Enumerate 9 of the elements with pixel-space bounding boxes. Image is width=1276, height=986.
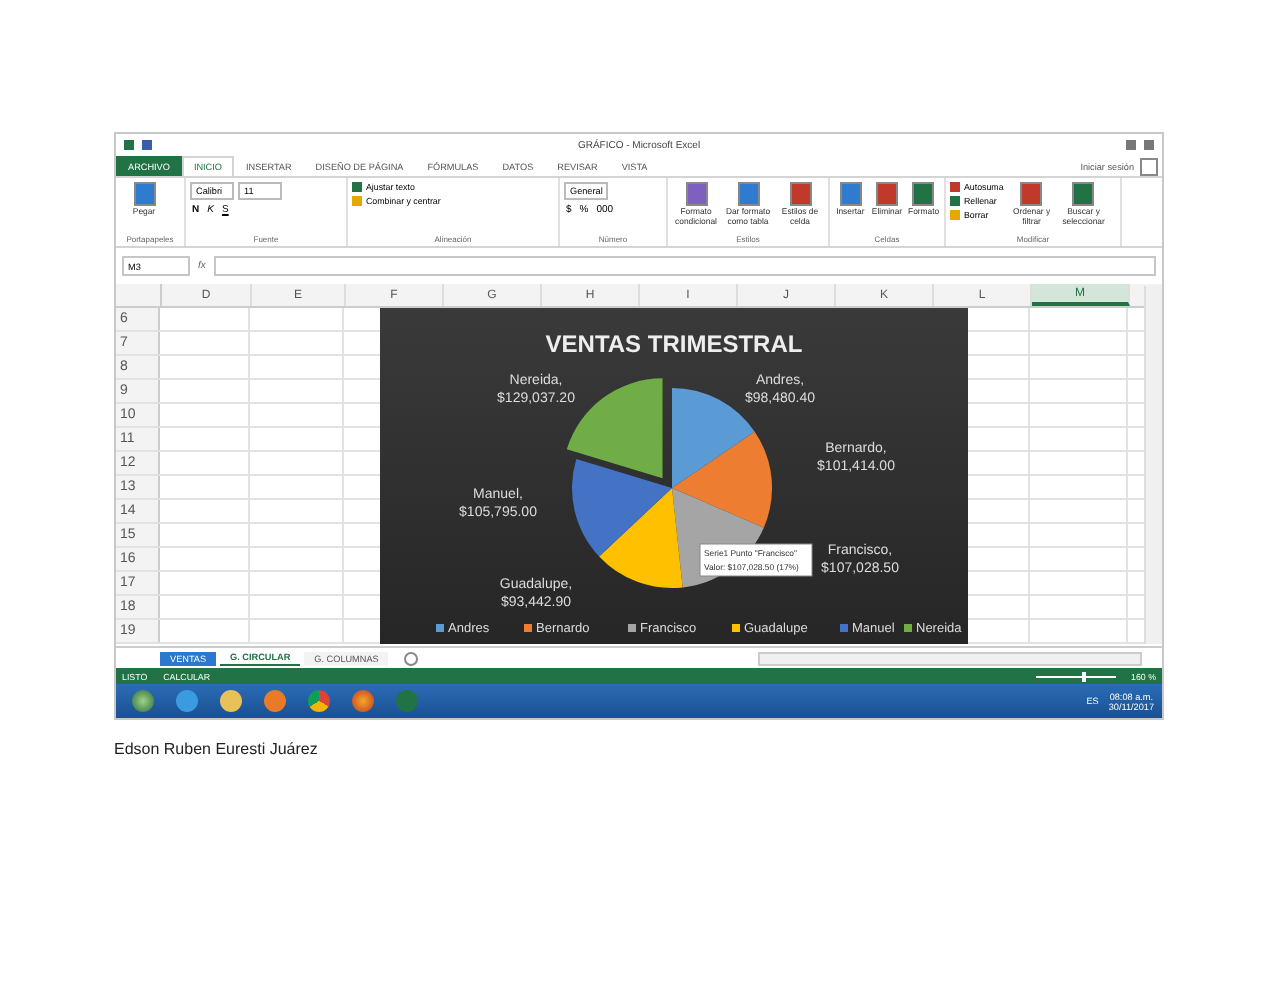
app-icon [124,140,134,150]
chart-title: VENTAS TRIMESTRAL [545,330,803,358]
add-sheet-icon[interactable] [404,651,419,665]
horizontal-scrollbar[interactable] [758,651,1142,665]
formula-field[interactable] [213,256,1156,276]
author-caption: Edson Ruben Euresti Juárez [114,740,320,758]
zoom-thumb[interactable] [1081,671,1086,681]
vertical-scrollbar[interactable] [1144,286,1162,644]
pie-chart[interactable] [380,308,968,644]
